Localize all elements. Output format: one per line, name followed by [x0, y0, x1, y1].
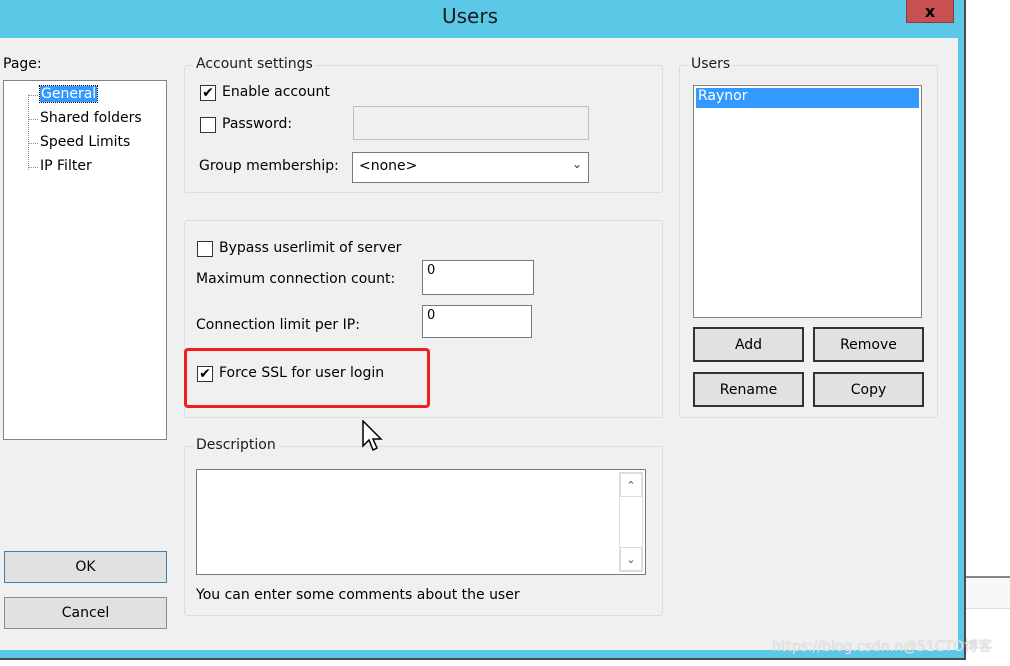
cancel-button[interactable]: Cancel [4, 597, 167, 629]
password-checkbox[interactable] [200, 117, 216, 133]
limit-per-ip-label: Connection limit per IP: [196, 317, 360, 333]
bypass-userlimit-label: Bypass userlimit of server [219, 240, 402, 256]
enable-account-checkbox[interactable]: ✔ [200, 85, 216, 101]
description-textarea[interactable]: ⌃ ⌄ [196, 469, 646, 575]
password-label: Password: [222, 116, 293, 132]
password-input[interactable] [353, 106, 589, 140]
group-membership-label: Group membership: [199, 158, 339, 174]
enable-account-label: Enable account [222, 84, 330, 100]
tree-connector [28, 119, 38, 120]
remove-user-button[interactable]: Remove [813, 327, 924, 362]
tree-connector [28, 167, 38, 168]
close-button[interactable]: x [906, 0, 954, 23]
mouse-cursor-icon [362, 420, 383, 452]
tree-item-ip-filter[interactable]: IP Filter [40, 158, 92, 174]
scroll-down-icon[interactable]: ⌄ [620, 547, 642, 571]
copy-user-button[interactable]: Copy [813, 372, 924, 407]
add-user-button[interactable]: Add [693, 327, 804, 362]
tree-connector [28, 95, 38, 96]
group-membership-select[interactable]: <none> ⌄ [352, 152, 589, 183]
limit-per-ip-input[interactable]: 0 [422, 305, 532, 338]
highlight-annotation [184, 348, 430, 408]
background-strip [966, 578, 1010, 609]
rename-user-button[interactable]: Rename [693, 372, 804, 407]
ok-button[interactable]: OK [4, 551, 167, 583]
user-item-raynor[interactable]: Raynor [696, 88, 919, 108]
page-tree[interactable]: General Shared folders Speed Limits IP F… [3, 80, 167, 440]
account-settings-title: Account settings [193, 56, 316, 72]
scroll-up-icon[interactable]: ⌃ [620, 473, 642, 497]
users-list[interactable]: Raynor [693, 85, 922, 318]
max-connection-label: Maximum connection count: [196, 271, 396, 287]
description-hint: You can enter some comments about the us… [196, 587, 520, 603]
tree-item-speed-limits[interactable]: Speed Limits [40, 134, 130, 150]
chevron-down-icon: ⌄ [571, 157, 582, 171]
checkmark-icon: ✔ [202, 85, 214, 101]
bypass-userlimit-checkbox[interactable] [197, 241, 213, 257]
watermark: https://blog.csdn.n@51CTO博客 [772, 639, 993, 655]
close-icon: x [924, 1, 936, 21]
description-scrollbar[interactable]: ⌃ ⌄ [619, 472, 643, 572]
users-group-title: Users [688, 56, 734, 72]
group-membership-value: <none> [359, 158, 418, 174]
tree-connector [28, 95, 29, 170]
tree-item-general[interactable]: General [38, 85, 99, 103]
max-connection-input[interactable]: 0 [422, 260, 534, 295]
tree-item-shared-folders[interactable]: Shared folders [40, 110, 142, 126]
description-title: Description [193, 437, 279, 453]
page-label: Page: [3, 56, 42, 72]
title-bar[interactable]: Users x [0, 0, 964, 38]
window-title: Users [441, 4, 498, 28]
tree-connector [28, 143, 38, 144]
